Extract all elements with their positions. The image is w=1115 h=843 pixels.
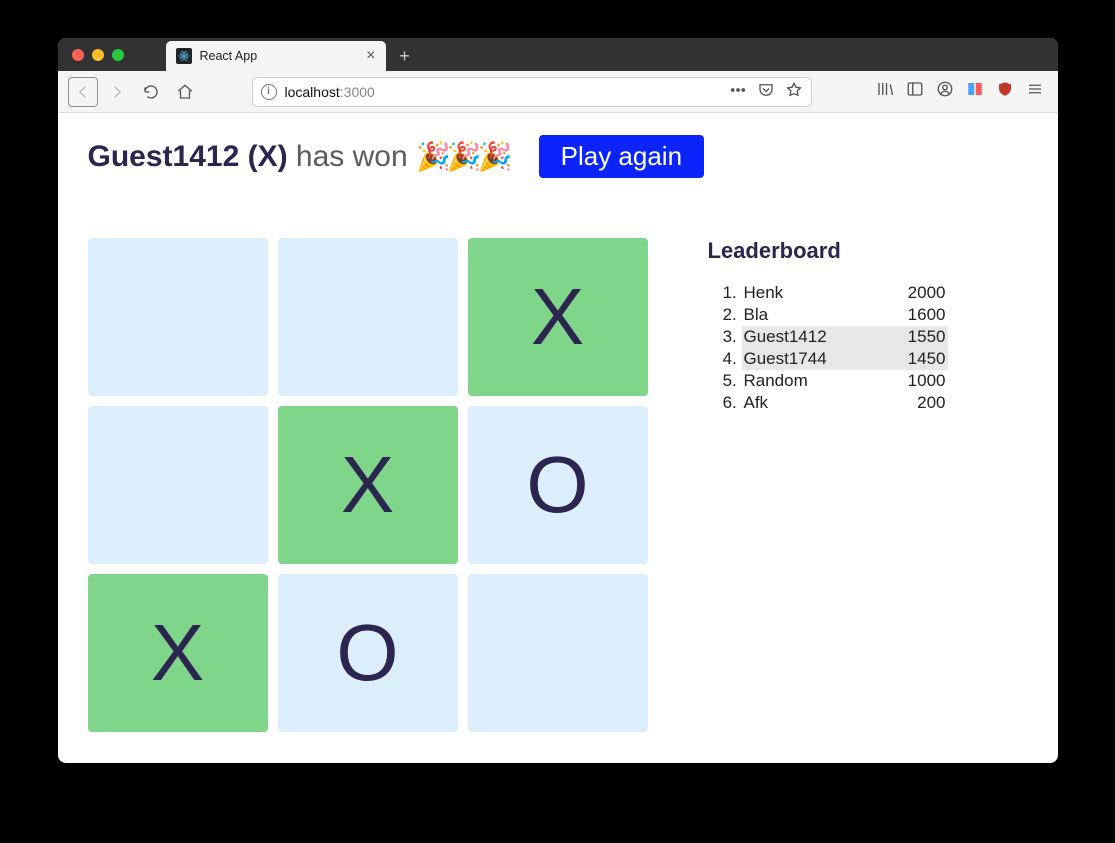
url-port: :3000 xyxy=(340,84,375,100)
board-cell-6[interactable]: X xyxy=(88,574,268,732)
leaderboard-score: 200 xyxy=(917,393,945,413)
devtools-icon[interactable] xyxy=(966,80,984,103)
toolbar-right-icons xyxy=(876,80,1044,103)
browser-window: React App × + i localhost:3000 xyxy=(58,38,1058,763)
board-cell-7[interactable]: O xyxy=(278,574,458,732)
winner-name: Guest1412 (X) xyxy=(88,140,288,173)
tab-close-icon[interactable]: × xyxy=(366,48,375,64)
react-favicon-icon xyxy=(176,48,192,64)
leaderboard-score: 1600 xyxy=(908,305,946,325)
home-button[interactable] xyxy=(170,77,200,107)
leaderboard-row: Bla 1600 xyxy=(742,304,948,326)
url-bar[interactable]: i localhost:3000 xyxy=(252,77,812,107)
board-cell-8[interactable] xyxy=(468,574,648,732)
leaderboard-score: 1450 xyxy=(908,349,946,369)
leaderboard-title: Leaderboard xyxy=(708,238,948,264)
info-icon[interactable]: i xyxy=(261,84,277,100)
leaderboard-name: Afk xyxy=(744,393,769,413)
leaderboard-score: 2000 xyxy=(908,283,946,303)
bookmark-star-icon[interactable] xyxy=(785,81,803,102)
urlbar-right-icons xyxy=(729,81,803,102)
window-close-button[interactable] xyxy=(72,49,84,61)
leaderboard-row: Guest1744 1450 xyxy=(742,348,948,370)
sidebar-icon[interactable] xyxy=(906,80,924,103)
play-again-button[interactable]: Play again xyxy=(539,135,704,178)
tab-title: React App xyxy=(200,49,359,63)
page-content: Guest1412 (X) has won 🎉🎉🎉 Play again XXO… xyxy=(58,113,1058,763)
status-row: Guest1412 (X) has won 🎉🎉🎉 Play again xyxy=(88,135,1028,178)
game-status-text: Guest1412 (X) has won 🎉🎉🎉 xyxy=(88,140,509,174)
meatballs-icon[interactable] xyxy=(729,81,747,102)
board-cell-5[interactable]: O xyxy=(468,406,648,564)
leaderboard-name: Henk xyxy=(744,283,784,303)
leaderboard-list: Henk 2000 Bla 1600 Guest1412 1550 Guest1744 145… xyxy=(708,282,948,414)
leaderboard-score: 1000 xyxy=(908,371,946,391)
status-suffix: has won xyxy=(288,140,416,173)
board-cell-3[interactable] xyxy=(88,406,268,564)
leaderboard: Leaderboard Henk 2000 Bla 1600 Guest1412 1550… xyxy=(708,238,948,414)
board-cell-2[interactable]: X xyxy=(468,238,648,396)
pocket-icon[interactable] xyxy=(757,81,775,102)
url-text: localhost:3000 xyxy=(285,84,721,100)
window-minimize-button[interactable] xyxy=(92,49,104,61)
leaderboard-row: Guest1412 1550 xyxy=(742,326,948,348)
traffic-lights xyxy=(72,49,124,61)
game-board: XXOXO xyxy=(88,238,648,732)
leaderboard-row: Henk 2000 xyxy=(742,282,948,304)
board-cell-4[interactable]: X xyxy=(278,406,458,564)
window-zoom-button[interactable] xyxy=(112,49,124,61)
back-button[interactable] xyxy=(68,77,98,107)
library-icon[interactable] xyxy=(876,80,894,103)
board-cell-1[interactable] xyxy=(278,238,458,396)
new-tab-button[interactable]: + xyxy=(392,43,418,69)
ublock-icon[interactable] xyxy=(996,80,1014,103)
browser-tab[interactable]: React App × xyxy=(166,41,386,71)
leaderboard-score: 1550 xyxy=(908,327,946,347)
leaderboard-row: Afk 200 xyxy=(742,392,948,414)
forward-button[interactable] xyxy=(102,77,132,107)
toolbar: i localhost:3000 xyxy=(58,71,1058,113)
leaderboard-row: Random 1000 xyxy=(742,370,948,392)
leaderboard-name: Bla xyxy=(744,305,769,325)
menu-hamburger-icon[interactable] xyxy=(1026,80,1044,103)
titlebar: React App × + xyxy=(58,38,1058,71)
reload-button[interactable] xyxy=(136,77,166,107)
url-host: localhost xyxy=(285,84,340,100)
content-row: XXOXO Leaderboard Henk2000Bla1600Guest14… xyxy=(88,238,1028,732)
leaderboard-name: Guest1412 xyxy=(744,327,827,347)
leaderboard-name: Random xyxy=(744,371,808,391)
confetti-icon: 🎉🎉🎉 xyxy=(416,141,509,172)
profile-icon[interactable] xyxy=(936,80,954,103)
board-cell-0[interactable] xyxy=(88,238,268,396)
leaderboard-name: Guest1744 xyxy=(744,349,827,369)
